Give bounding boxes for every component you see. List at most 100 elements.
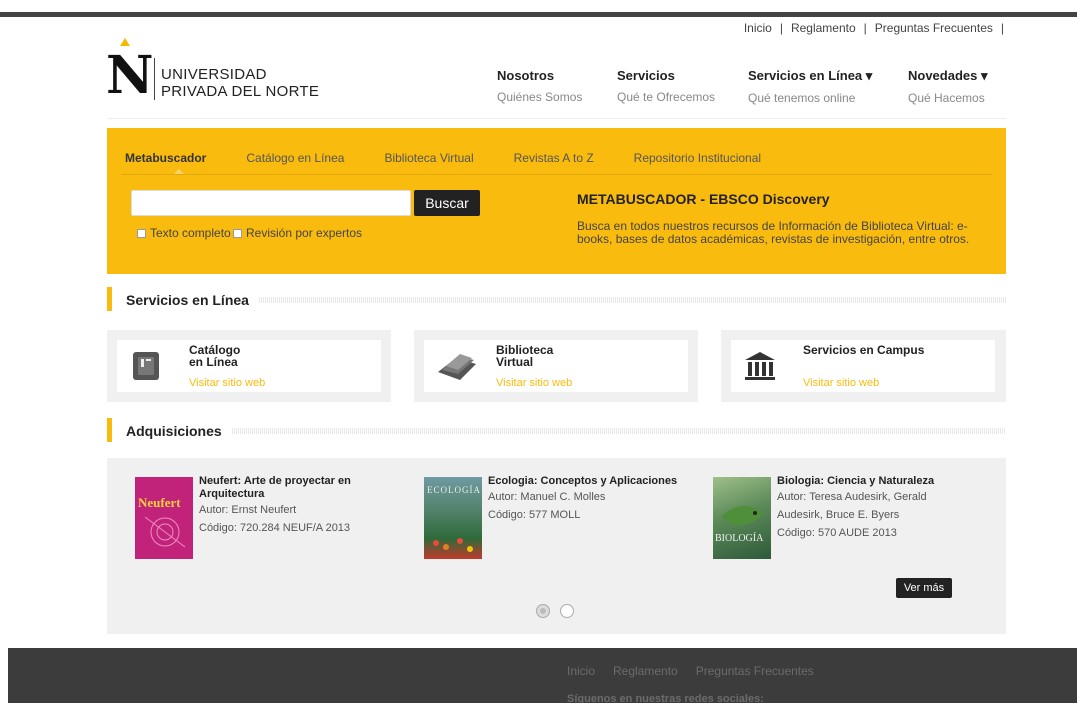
book-author: Autor: Ernst Neufert (199, 504, 297, 516)
service-title-line2: Virtual (496, 355, 534, 369)
service-title-line1: Servicios en Campus (803, 343, 925, 357)
footer-link-inicio[interactable]: Inicio (567, 664, 595, 678)
nav-subtitle: Qué Hacemos (908, 91, 985, 105)
checkbox-box[interactable] (137, 228, 146, 238)
service-card-inner[interactable]: Servicios en Campus Visitar sitio web (731, 340, 995, 392)
tab-catalogo[interactable]: Catálogo en Línea (246, 151, 344, 165)
service-card-inner[interactable]: Biblioteca Virtual Visitar sitio web (424, 340, 688, 392)
nav-title: Servicios en Línea ▾ (748, 68, 873, 83)
book-title-line1: Biologia: Ciencia y Naturaleza (777, 475, 935, 487)
checkbox-texto-completo[interactable]: Texto completo (137, 226, 231, 240)
nav-servicios[interactable]: Servicios Qué te Ofrecemos (617, 68, 715, 104)
toplink-reglamento[interactable]: Reglamento (791, 21, 856, 35)
search-panel: Metabuscador Catálogo en Línea Bibliotec… (107, 128, 1006, 274)
search-tabs: Metabuscador Catálogo en Línea Bibliotec… (125, 151, 801, 165)
book-code: Código: 570 AUDE 2013 (777, 527, 897, 539)
carousel-dot-1[interactable] (536, 604, 550, 618)
separator: | (863, 21, 867, 35)
book-cover: BIOLOGÍA (713, 477, 771, 559)
checkbox-label: Texto completo (150, 226, 231, 240)
service-title: Biblioteca Virtual (496, 344, 553, 368)
book-author-cont: Audesirk, Bruce E. Byers (777, 509, 900, 521)
tab-divider (121, 174, 992, 175)
book-title-line1: Ecologia: Conceptos y Aplicaciones (488, 475, 678, 487)
tab-metabuscador[interactable]: Metabuscador (125, 151, 206, 165)
nav-servicios-en-linea[interactable]: Servicios en Línea ▾ Qué tenemos online (748, 68, 872, 105)
service-title-line2: en Línea (189, 355, 238, 369)
section-adquisiciones-heading: Adquisiciones (107, 418, 1006, 442)
service-title: Catálogo en Línea (189, 344, 240, 368)
service-card-catalogo: Catálogo en Línea Visitar sitio web (107, 330, 391, 402)
section-rule (232, 428, 1006, 434)
separator: | (1000, 21, 1004, 35)
visit-site-link[interactable]: Visitar sitio web (189, 377, 265, 389)
separator: | (779, 21, 783, 35)
building-icon (745, 352, 775, 380)
university-logo[interactable]: N UNIVERSIDAD PRIVADA DEL NORTE (106, 38, 336, 102)
logo-line2: PRIVADA DEL NORTE (161, 83, 320, 100)
checkbox-revision-expertos[interactable]: Revisión por expertos (233, 226, 362, 240)
section-accent-bar (107, 287, 112, 311)
toplink-inicio[interactable]: Inicio (744, 21, 772, 35)
section-title: Servicios en Línea (126, 292, 249, 308)
nav-title: Nosotros (497, 68, 555, 83)
metabuscador-description: Busca en todos nuestros recursos de Info… (577, 219, 970, 246)
tab-biblioteca-virtual[interactable]: Biblioteca Virtual (384, 151, 473, 165)
service-card-campus: Servicios en Campus Visitar sitio web (721, 330, 1006, 402)
search-input[interactable] (131, 190, 411, 216)
books-icon (438, 354, 476, 380)
cover-chameleon-icon (721, 505, 763, 526)
service-card-inner[interactable]: Catálogo en Línea Visitar sitio web (117, 340, 381, 392)
section-servicios-heading: Servicios en Línea (107, 287, 1006, 311)
footer-link-reglamento[interactable]: Reglamento (613, 664, 678, 678)
nav-subtitle: Quiénes Somos (497, 90, 583, 104)
nav-nosotros[interactable]: Nosotros Quiénes Somos (497, 68, 582, 104)
footer-links: Inicio Reglamento Preguntas Frecuentes (567, 664, 814, 678)
toplink-preguntas[interactable]: Preguntas Frecuentes (875, 21, 993, 35)
section-title: Adquisiciones (126, 423, 222, 439)
book-title: Ecologia: Conceptos y Aplicaciones (488, 475, 677, 488)
book-title: Neufert: Arte de proyectar en Arquitectu… (199, 475, 351, 501)
nav-title: Servicios (617, 68, 675, 83)
footer: Inicio Reglamento Preguntas Frecuentes S… (8, 648, 1077, 703)
tab-repositorio[interactable]: Repositorio Institucional (634, 151, 761, 165)
cover-title: BIOLOGÍA (715, 533, 764, 544)
search-button[interactable]: Buscar (414, 190, 480, 216)
carousel-dot-2[interactable] (560, 604, 574, 618)
service-card-biblioteca: Biblioteca Virtual Visitar sitio web (414, 330, 698, 402)
book-code: Código: 577 MOLL (488, 509, 581, 521)
nav-subtitle: Qué tenemos online (748, 91, 856, 105)
book-title: Biologia: Ciencia y Naturaleza (777, 475, 934, 488)
section-accent-bar (107, 418, 112, 442)
logo-line1: UNIVERSIDAD (161, 66, 267, 83)
catalog-icon (133, 352, 159, 380)
checkbox-box[interactable] (233, 228, 242, 238)
book-author: Autor: Manuel C. Molles (488, 491, 606, 503)
book-cover: ECOLOGÍA (424, 477, 482, 559)
tab-revistas[interactable]: Revistas A to Z (514, 151, 594, 165)
book-code: Código: 720.284 NEUF/A 2013 (199, 522, 351, 534)
section-rule (259, 297, 1006, 303)
nav-title: Novedades ▾ (908, 68, 988, 83)
top-links: Inicio | Reglamento | Preguntas Frecuent… (744, 21, 1004, 35)
book-title-line2: Arquitectura (199, 488, 265, 500)
footer-social-label: Síguenos en nuestras redes sociales: (567, 693, 764, 703)
footer-link-preguntas[interactable]: Preguntas Frecuentes (696, 664, 814, 678)
logo-divider (154, 58, 155, 100)
metabuscador-title: METABUSCADOR - EBSCO Discovery (577, 191, 830, 207)
visit-site-link[interactable]: Visitar sitio web (803, 377, 879, 389)
logo-mark: N (106, 45, 154, 106)
visit-site-link[interactable]: Visitar sitio web (496, 377, 572, 389)
book-author: Autor: Teresa Audesirk, Gerald (777, 491, 927, 503)
ver-mas-button[interactable]: Ver más (896, 578, 952, 598)
header-divider (107, 118, 1006, 119)
book-title-line1: Neufert: Arte de proyectar en (199, 475, 351, 487)
checkbox-label: Revisión por expertos (246, 226, 363, 240)
service-title: Servicios en Campus (803, 344, 924, 356)
acquisitions-carousel: Neufert Neufert: Arte de proyectar en Ar… (107, 458, 1006, 634)
nav-subtitle: Qué te Ofrecemos (617, 90, 716, 104)
book-cover: Neufert (135, 477, 193, 559)
nav-novedades[interactable]: Novedades ▾ Qué Hacemos (908, 68, 988, 105)
cover-drawing-icon (144, 516, 186, 548)
cover-flowers-icon (433, 538, 473, 552)
